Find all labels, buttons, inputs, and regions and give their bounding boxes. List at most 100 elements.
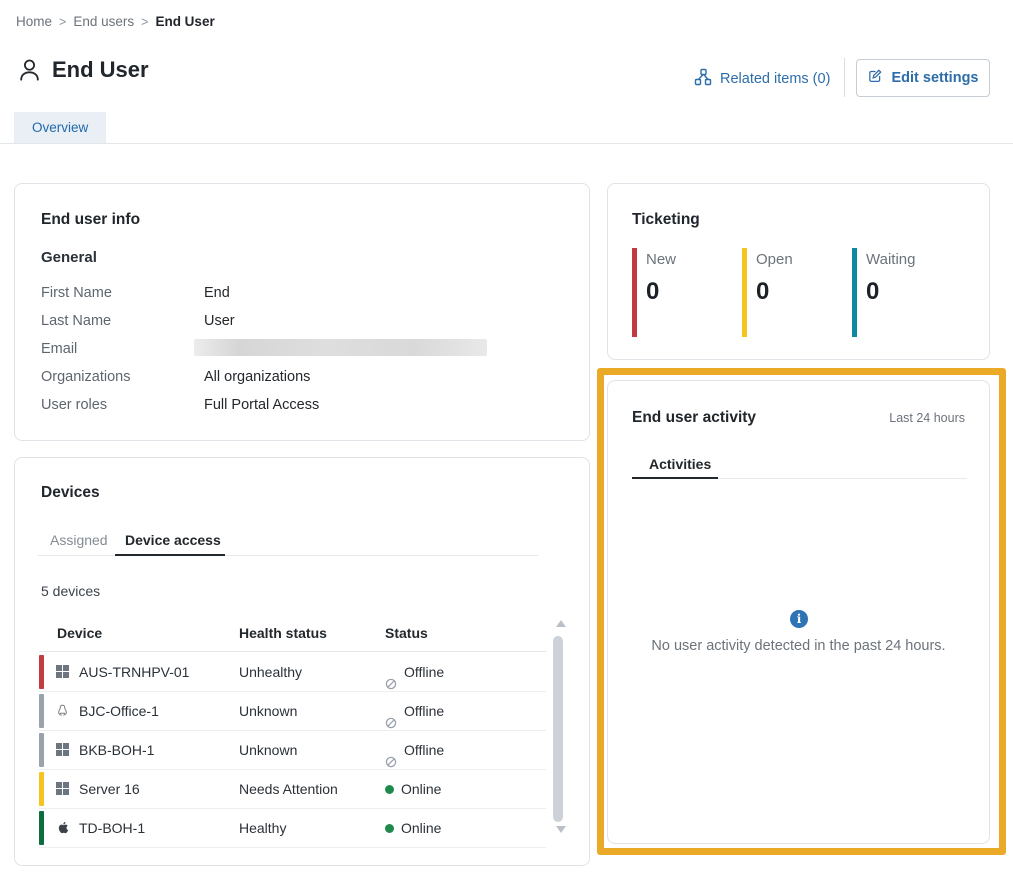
device-health-bar (39, 772, 44, 806)
tabs-divider (0, 143, 1013, 144)
device-status: Offline (385, 731, 444, 769)
scrollbar-thumb[interactable] (553, 636, 563, 822)
offline-icon (385, 705, 397, 717)
device-health-bar (39, 733, 44, 767)
end-user-activity-card: End user activity Last 24 hours Activiti… (607, 380, 990, 844)
device-status: Offline (385, 653, 444, 691)
edit-icon (867, 68, 883, 88)
scrollbar-down-arrow-icon[interactable] (556, 826, 566, 833)
field-label: First Name (41, 285, 178, 301)
device-count: 5 devices (41, 583, 100, 599)
scrollbar-up-arrow-icon[interactable] (556, 620, 566, 627)
edit-settings-button[interactable]: Edit settings (856, 59, 990, 97)
field-first-name: First Name End (41, 285, 178, 301)
field-label: Organizations (41, 369, 178, 385)
device-status: Online (385, 809, 441, 847)
table-row[interactable]: BKB-BOH-1 Unknown Offline (39, 731, 546, 770)
end-user-page: Home > End users > End User End User Rel… (0, 0, 1013, 893)
tab-device-access[interactable]: Device access (125, 532, 221, 548)
status-label: Offline (404, 731, 444, 769)
device-name: Server 16 (79, 770, 140, 808)
device-name: TD-BOH-1 (79, 809, 145, 847)
device-health: Unhealthy (239, 653, 302, 691)
table-row[interactable]: TD-BOH-1 Healthy Online (39, 809, 546, 848)
field-value: All organizations (204, 369, 310, 385)
stat-label: New (646, 251, 676, 268)
activity-title: End user activity (632, 409, 756, 427)
activity-empty-message: No user activity detected in the past 24… (608, 638, 989, 654)
field-label: Last Name (41, 313, 178, 329)
device-health-bar (39, 811, 44, 845)
active-tab-underline (115, 554, 225, 556)
status-label: Offline (404, 692, 444, 730)
active-tab-underline (632, 477, 718, 479)
related-items-label: Related items (0) (720, 71, 830, 87)
column-header-device: Device (57, 625, 102, 641)
general-section-heading: General (41, 249, 97, 266)
apple-icon (56, 821, 70, 835)
field-value: Full Portal Access (204, 397, 319, 413)
device-health: Unknown (239, 692, 297, 730)
tab-activities[interactable]: Activities (649, 456, 711, 472)
device-name: AUS-TRNHPV-01 (79, 653, 189, 691)
offline-icon (385, 744, 397, 756)
breadcrumb-current: End User (155, 14, 214, 29)
field-label: Email (41, 341, 178, 357)
devices-tab-divider (38, 555, 538, 556)
devices-card: Devices Assigned Device access 5 devices… (14, 457, 590, 866)
device-name: BJC-Office-1 (79, 692, 159, 730)
table-row[interactable]: AUS-TRNHPV-01 Unhealthy Offline (39, 653, 546, 692)
device-name: BKB-BOH-1 (79, 731, 154, 769)
status-label: Online (401, 770, 441, 808)
status-label: Online (401, 809, 441, 847)
breadcrumb: Home > End users > End User (16, 14, 215, 29)
table-row[interactable]: Server 16 Needs Attention Online (39, 770, 546, 809)
header-divider (844, 58, 845, 97)
activity-time-range: Last 24 hours (889, 411, 965, 425)
edit-settings-label: Edit settings (891, 70, 978, 86)
stat-value: 0 (866, 278, 879, 306)
field-label: User roles (41, 397, 178, 413)
windows-icon (56, 665, 70, 679)
offline-icon (385, 666, 397, 678)
end-user-info-title: End user info (41, 211, 140, 229)
device-health-bar (39, 694, 44, 728)
device-status: Online (385, 770, 441, 808)
related-items-icon (694, 68, 712, 90)
info-icon: i (790, 610, 808, 628)
end-user-info-card: End user info General First Name End Las… (14, 183, 590, 441)
field-organizations: Organizations All organizations (41, 369, 178, 385)
breadcrumb-separator-icon: > (59, 15, 66, 29)
stat-color-bar (852, 248, 857, 337)
page-title: End User (52, 57, 149, 83)
field-value: End (204, 285, 230, 301)
device-health-bar (39, 655, 44, 689)
windows-icon (56, 743, 70, 757)
windows-icon (56, 782, 70, 796)
device-health: Unknown (239, 731, 297, 769)
tab-overview[interactable]: Overview (14, 112, 106, 143)
online-icon (385, 824, 394, 833)
linux-icon (56, 704, 70, 718)
related-items-link[interactable]: Related items (0) (694, 68, 830, 90)
breadcrumb-separator-icon: > (141, 15, 148, 29)
ticket-stat-new: New 0 (632, 248, 738, 337)
column-header-status: Status (385, 625, 428, 641)
stat-value: 0 (646, 278, 659, 306)
breadcrumb-end-users[interactable]: End users (73, 14, 134, 29)
device-health: Needs Attention (239, 770, 338, 808)
redacted-email-value (194, 339, 487, 356)
field-value: User (204, 313, 235, 329)
field-last-name: Last Name User (41, 313, 178, 329)
tab-assigned[interactable]: Assigned (50, 532, 108, 548)
stat-color-bar (742, 248, 747, 337)
devices-title: Devices (41, 484, 100, 502)
table-row[interactable]: BJC-Office-1 Unknown Offline (39, 692, 546, 731)
device-health: Healthy (239, 809, 286, 847)
ticketing-card: Ticketing New 0 Open 0 Waiting 0 (607, 183, 990, 360)
online-icon (385, 785, 394, 794)
stat-color-bar (632, 248, 637, 337)
field-email: Email (41, 341, 178, 357)
field-user-roles: User roles Full Portal Access (41, 397, 178, 413)
breadcrumb-home[interactable]: Home (16, 14, 52, 29)
